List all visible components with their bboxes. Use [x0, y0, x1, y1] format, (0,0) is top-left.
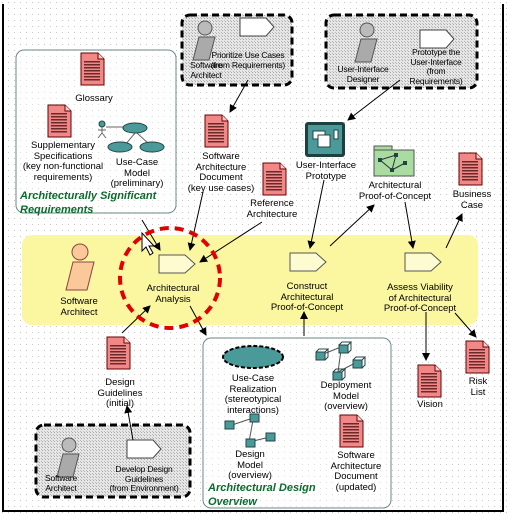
- assess-label[interactable]: Assess Viability of Architectural Proof-…: [384, 282, 456, 315]
- design-model-label: Design Model (overview): [228, 449, 272, 481]
- sad-doc-icon[interactable]: [204, 114, 229, 148]
- ui-prototype-label: User-Interface Prototype: [295, 160, 357, 182]
- develop-guidelines-activity-icon[interactable]: [126, 439, 162, 459]
- actor-label: User-Interface Designer: [337, 64, 389, 84]
- glossary-doc-icon[interactable]: [80, 52, 105, 86]
- risk-list-doc-icon[interactable]: [465, 340, 490, 374]
- construct-label[interactable]: Construct Architectural Proof-of-Concept: [271, 281, 343, 314]
- prioritize-activity-icon[interactable]: [239, 17, 275, 37]
- analysis-label[interactable]: Architectural Analysis: [147, 283, 200, 305]
- ui-prototype-icon[interactable]: [305, 122, 345, 157]
- arch-poc-label: Architectural Proof-of-Concept: [358, 180, 432, 202]
- activity-label[interactable]: Develop Design Guidelines (from Environm…: [109, 464, 178, 494]
- reference-architecture-doc-icon[interactable]: [262, 162, 287, 196]
- use-case-realization-icon[interactable]: [222, 345, 284, 369]
- arch-poc-folder-icon[interactable]: [373, 145, 415, 177]
- sad-updated-label: Software Architecture Document (updated): [330, 450, 382, 493]
- design-guidelines-label: Design Guidelines (initial): [97, 377, 143, 409]
- business-case-label: Business Case: [452, 189, 492, 211]
- supplementary-label: Supplementary Specifications (key non-fu…: [22, 140, 104, 183]
- use-case-model-label: Use-Case Model (preliminary): [110, 157, 164, 189]
- design-guidelines-doc-icon[interactable]: [106, 336, 131, 370]
- sad-updated-doc-icon[interactable]: [339, 414, 364, 448]
- use-case-realization-label: Use-Case Realization (stereotypical inte…: [224, 373, 282, 416]
- design-group-title: Architectural Design Overview: [208, 482, 316, 508]
- deployment-model-label: Deployment Model (overview): [320, 380, 372, 412]
- glossary-label: Glossary: [75, 93, 113, 104]
- vision-doc-icon[interactable]: [417, 364, 442, 398]
- prototype-ui-activity-icon[interactable]: [419, 29, 455, 49]
- reference-architecture-label: Reference Architecture: [246, 198, 298, 220]
- actor-label: Software Architect: [45, 473, 77, 493]
- activity-label[interactable]: Prioritize Use Cases (from Requirements): [211, 50, 285, 70]
- requirements-group-title: Architecturally Significant Requirements: [20, 190, 157, 216]
- band-actor-label: Software Architect: [60, 296, 98, 318]
- sad-label: Software Architecture Document (key use …: [187, 151, 255, 194]
- risk-list-label: Risk List: [468, 376, 488, 398]
- business-case-doc-icon[interactable]: [458, 152, 483, 186]
- vision-label: Vision: [417, 399, 443, 410]
- activity-label[interactable]: Prototype the User-Interface (from Requi…: [399, 47, 473, 86]
- supplementary-spec-doc-icon[interactable]: [47, 104, 72, 138]
